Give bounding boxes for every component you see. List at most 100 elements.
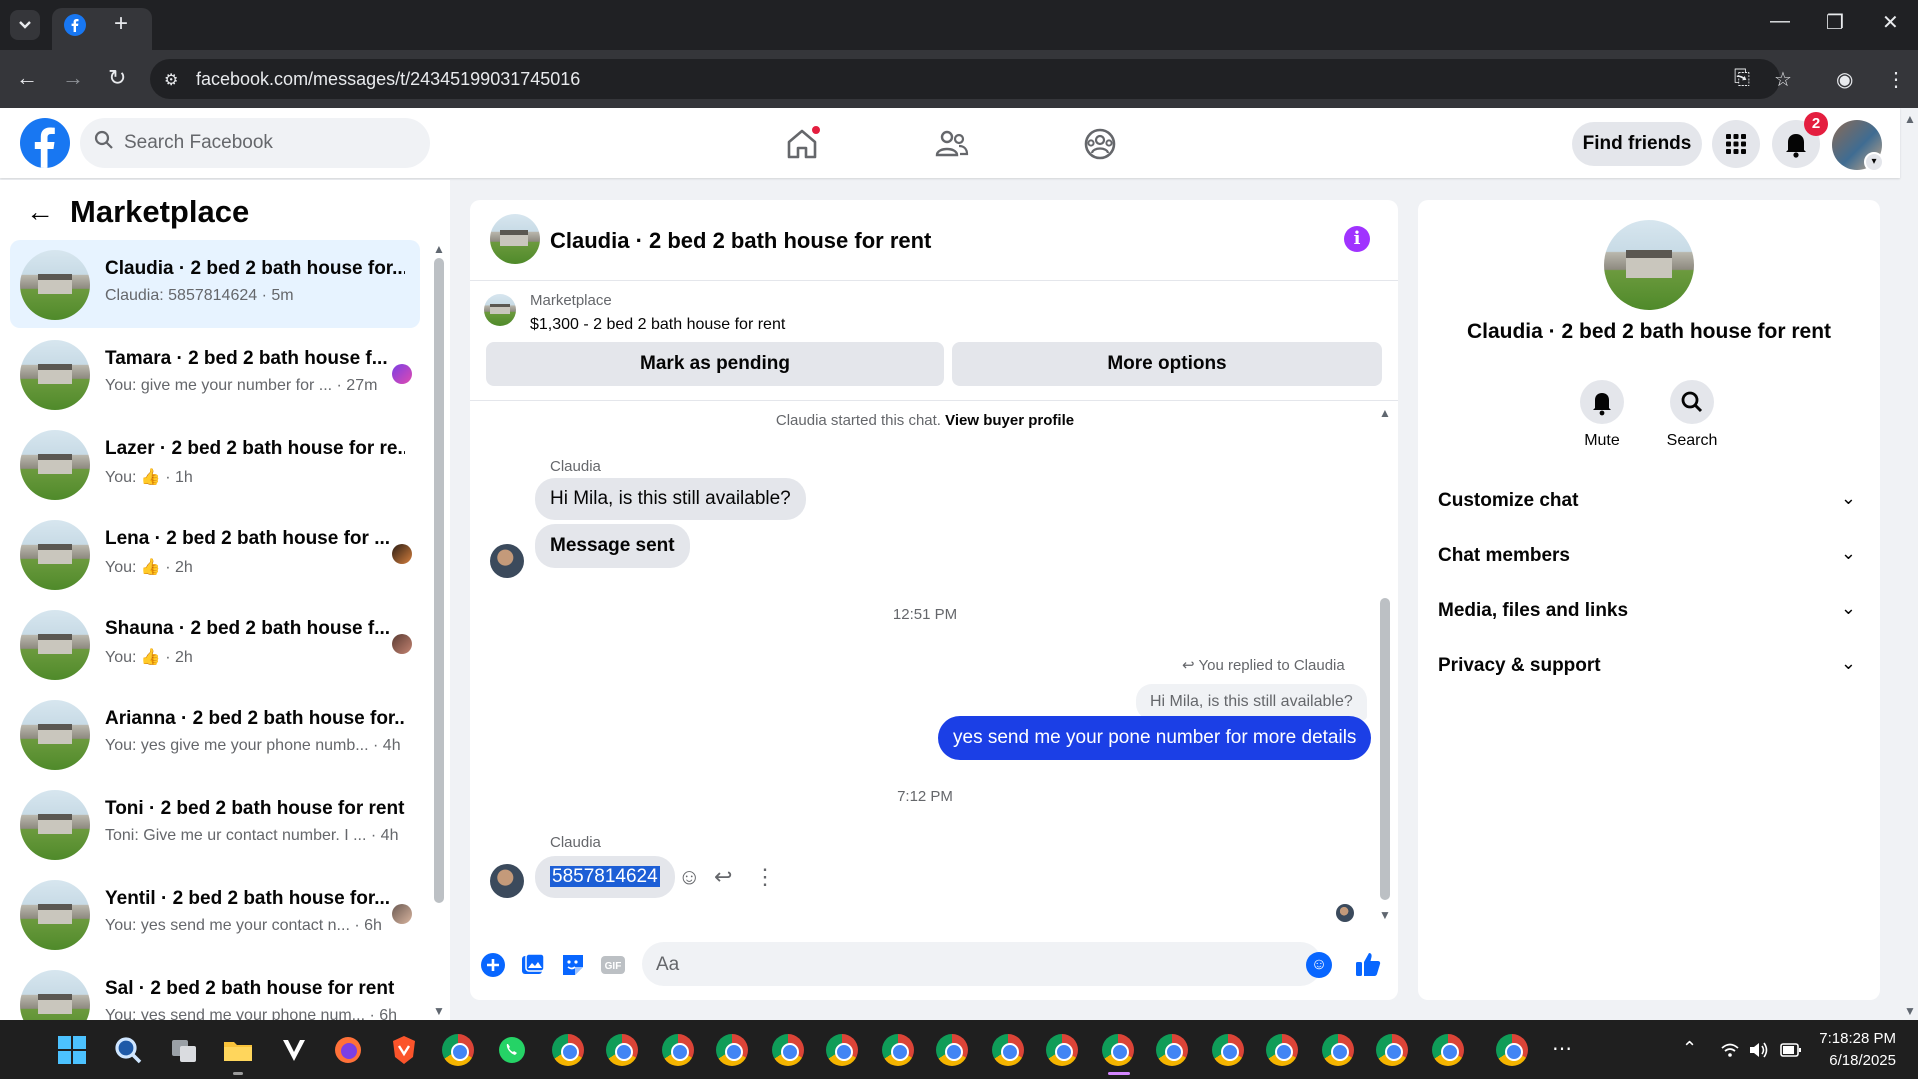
maximize-button[interactable]: ❐ bbox=[1826, 10, 1844, 35]
message-input[interactable] bbox=[642, 942, 1322, 986]
chrome-profile-icon[interactable] bbox=[1212, 1034, 1244, 1066]
selected-phone-number[interactable]: 5857814624 bbox=[550, 866, 660, 887]
menu-grid-button[interactable] bbox=[1712, 120, 1760, 168]
install-app-icon[interactable]: ⎘ bbox=[1734, 67, 1750, 90]
chrome-profile-icon[interactable] bbox=[992, 1034, 1024, 1066]
outgoing-message[interactable]: yes send me your pone number for more de… bbox=[938, 716, 1372, 760]
page-scroll-up-icon[interactable]: ▲ bbox=[1904, 112, 1916, 126]
firefox-icon[interactable] bbox=[332, 1034, 364, 1066]
info-icon[interactable]: i bbox=[1344, 226, 1370, 252]
conversation-item[interactable]: Sal · 2 bed 2 bath house for rent You: y… bbox=[10, 960, 420, 1020]
search-conversation-button[interactable] bbox=[1670, 380, 1714, 424]
sender-avatar[interactable] bbox=[490, 544, 524, 578]
chrome-profile-icon[interactable] bbox=[1156, 1034, 1188, 1066]
back-arrow-icon[interactable]: ← bbox=[26, 196, 54, 228]
more-options-button[interactable]: More options bbox=[952, 342, 1382, 386]
listing-title[interactable]: $1,300 - 2 bed 2 bath house for rent bbox=[530, 316, 785, 334]
mark-as-pending-button[interactable]: Mark as pending bbox=[486, 342, 944, 386]
browser-menu-icon[interactable]: ⋮ bbox=[1886, 67, 1906, 92]
chrome-profile-icon-active[interactable] bbox=[1102, 1034, 1134, 1066]
chrome-profile-icon[interactable] bbox=[716, 1034, 748, 1066]
chat-title[interactable]: Claudia · 2 bed 2 bath house for rent bbox=[550, 228, 931, 254]
scroll-down-arrow-icon[interactable]: ▼ bbox=[433, 1004, 445, 1018]
chrome-profile-icon[interactable] bbox=[1432, 1034, 1464, 1066]
scroll-up-arrow-icon[interactable]: ▲ bbox=[433, 242, 445, 256]
windows-start-icon[interactable] bbox=[56, 1034, 88, 1066]
photo-icon[interactable] bbox=[520, 952, 546, 978]
mute-button[interactable] bbox=[1580, 380, 1624, 424]
file-explorer-icon[interactable] bbox=[222, 1034, 254, 1066]
chrome-profile-icon[interactable] bbox=[826, 1034, 858, 1066]
chrome-profile-icon[interactable] bbox=[1322, 1034, 1354, 1066]
chrome-profile-icon[interactable] bbox=[882, 1034, 914, 1066]
facebook-logo-icon[interactable] bbox=[20, 118, 70, 168]
account-chevron-icon[interactable]: ▾ bbox=[1864, 152, 1884, 172]
conversation-item[interactable]: Shauna · 2 bed 2 bath house f... You: 👍 … bbox=[10, 600, 420, 688]
chrome-profile-icon[interactable] bbox=[1376, 1034, 1408, 1066]
chrome-profile-icon[interactable] bbox=[1266, 1034, 1298, 1066]
message-input-placeholder[interactable]: Aa bbox=[656, 954, 679, 976]
chat-members-section[interactable]: Chat members ⌄ bbox=[1438, 535, 1866, 575]
reply-icon[interactable]: ↩ bbox=[714, 864, 732, 890]
conversation-item[interactable]: Toni · 2 bed 2 bath house for rent Toni:… bbox=[10, 780, 420, 868]
conversation-item[interactable]: Arianna · 2 bed 2 bath house for... You:… bbox=[10, 690, 420, 778]
vectorworks-icon[interactable] bbox=[278, 1034, 310, 1066]
wifi-icon[interactable] bbox=[1720, 1040, 1740, 1060]
sticker-icon[interactable] bbox=[560, 952, 586, 978]
clock-date[interactable]: 6/18/2025 bbox=[1796, 1052, 1896, 1069]
thumbs-up-icon[interactable] bbox=[1354, 950, 1382, 978]
reload-icon[interactable]: ↻ bbox=[108, 66, 126, 90]
conversation-item[interactable]: Yentil · 2 bed 2 bath house for... You: … bbox=[10, 870, 420, 958]
chrome-icon[interactable] bbox=[442, 1034, 474, 1066]
quoted-message[interactable]: Hi Mila, is this still available? bbox=[1136, 684, 1367, 720]
conversation-item[interactable]: Tamara · 2 bed 2 bath house f... You: gi… bbox=[10, 330, 420, 418]
bookmark-star-icon[interactable]: ☆ bbox=[1774, 67, 1792, 92]
chrome-profile-icon[interactable] bbox=[936, 1034, 968, 1066]
groups-icon[interactable] bbox=[1080, 124, 1120, 164]
gif-icon[interactable]: GIF bbox=[600, 952, 626, 978]
scroll-up-arrow-icon[interactable]: ▲ bbox=[1379, 406, 1391, 420]
search-input[interactable]: Search Facebook bbox=[124, 132, 273, 154]
whatsapp-icon[interactable] bbox=[496, 1034, 528, 1066]
chat-avatar[interactable] bbox=[490, 214, 540, 264]
profile-icon[interactable]: ◉ bbox=[1836, 67, 1853, 92]
react-emoji-icon[interactable]: ☺ bbox=[678, 864, 700, 890]
chrome-profile-icon[interactable] bbox=[1496, 1034, 1528, 1066]
show-hidden-icons-chevron-icon[interactable]: ⌃ bbox=[1682, 1038, 1697, 1059]
brave-icon[interactable] bbox=[388, 1034, 420, 1066]
site-settings-icon[interactable]: ⚙ bbox=[164, 70, 178, 90]
scroll-down-arrow-icon[interactable]: ▼ bbox=[1379, 908, 1391, 922]
customize-chat-section[interactable]: Customize chat ⌄ bbox=[1438, 480, 1866, 520]
conversation-list-scrollbar[interactable] bbox=[434, 258, 444, 903]
chrome-profile-icon[interactable] bbox=[662, 1034, 694, 1066]
more-apps-icon[interactable]: ⋯ bbox=[1552, 1036, 1572, 1061]
view-buyer-profile-link[interactable]: View buyer profile bbox=[945, 412, 1074, 429]
volume-icon[interactable] bbox=[1748, 1040, 1770, 1060]
chrome-profile-icon[interactable] bbox=[606, 1034, 638, 1066]
media-files-links-section[interactable]: Media, files and links ⌄ bbox=[1438, 590, 1866, 630]
sender-avatar[interactable] bbox=[490, 864, 524, 898]
message-more-icon[interactable]: ⋮ bbox=[754, 864, 776, 890]
conversation-item[interactable]: Lazer · 2 bed 2 bath house for re... You… bbox=[10, 420, 420, 508]
find-friends-button[interactable]: Find friends bbox=[1572, 122, 1702, 166]
listing-thumbnail[interactable] bbox=[484, 294, 516, 326]
incoming-message[interactable]: 5857814624 bbox=[535, 856, 675, 898]
privacy-support-section[interactable]: Privacy & support ⌄ bbox=[1438, 645, 1866, 685]
tab-search-dropdown[interactable] bbox=[10, 10, 40, 40]
incoming-message[interactable]: Hi Mila, is this still available? bbox=[535, 478, 806, 520]
url-text[interactable]: facebook.com/messages/t/2434519903174501… bbox=[196, 69, 580, 90]
conversation-item[interactable]: Claudia · 2 bed 2 bath house for... Clau… bbox=[10, 240, 420, 328]
incoming-message[interactable]: Message sent bbox=[535, 524, 690, 568]
chrome-profile-icon[interactable] bbox=[552, 1034, 584, 1066]
close-window-button[interactable]: ✕ bbox=[1882, 10, 1899, 35]
minimize-button[interactable]: — bbox=[1770, 10, 1790, 33]
emoji-icon[interactable]: ☺ bbox=[1306, 952, 1332, 978]
search-icon[interactable] bbox=[112, 1034, 144, 1066]
task-view-icon[interactable] bbox=[168, 1034, 200, 1066]
plus-circle-icon[interactable] bbox=[480, 952, 506, 978]
chat-scrollbar[interactable] bbox=[1380, 598, 1390, 900]
chat-info-avatar[interactable] bbox=[1604, 220, 1694, 310]
page-scroll-down-icon[interactable]: ▼ bbox=[1904, 1004, 1916, 1018]
chrome-profile-icon[interactable] bbox=[1046, 1034, 1078, 1066]
back-arrow-icon[interactable]: ← bbox=[16, 66, 38, 90]
